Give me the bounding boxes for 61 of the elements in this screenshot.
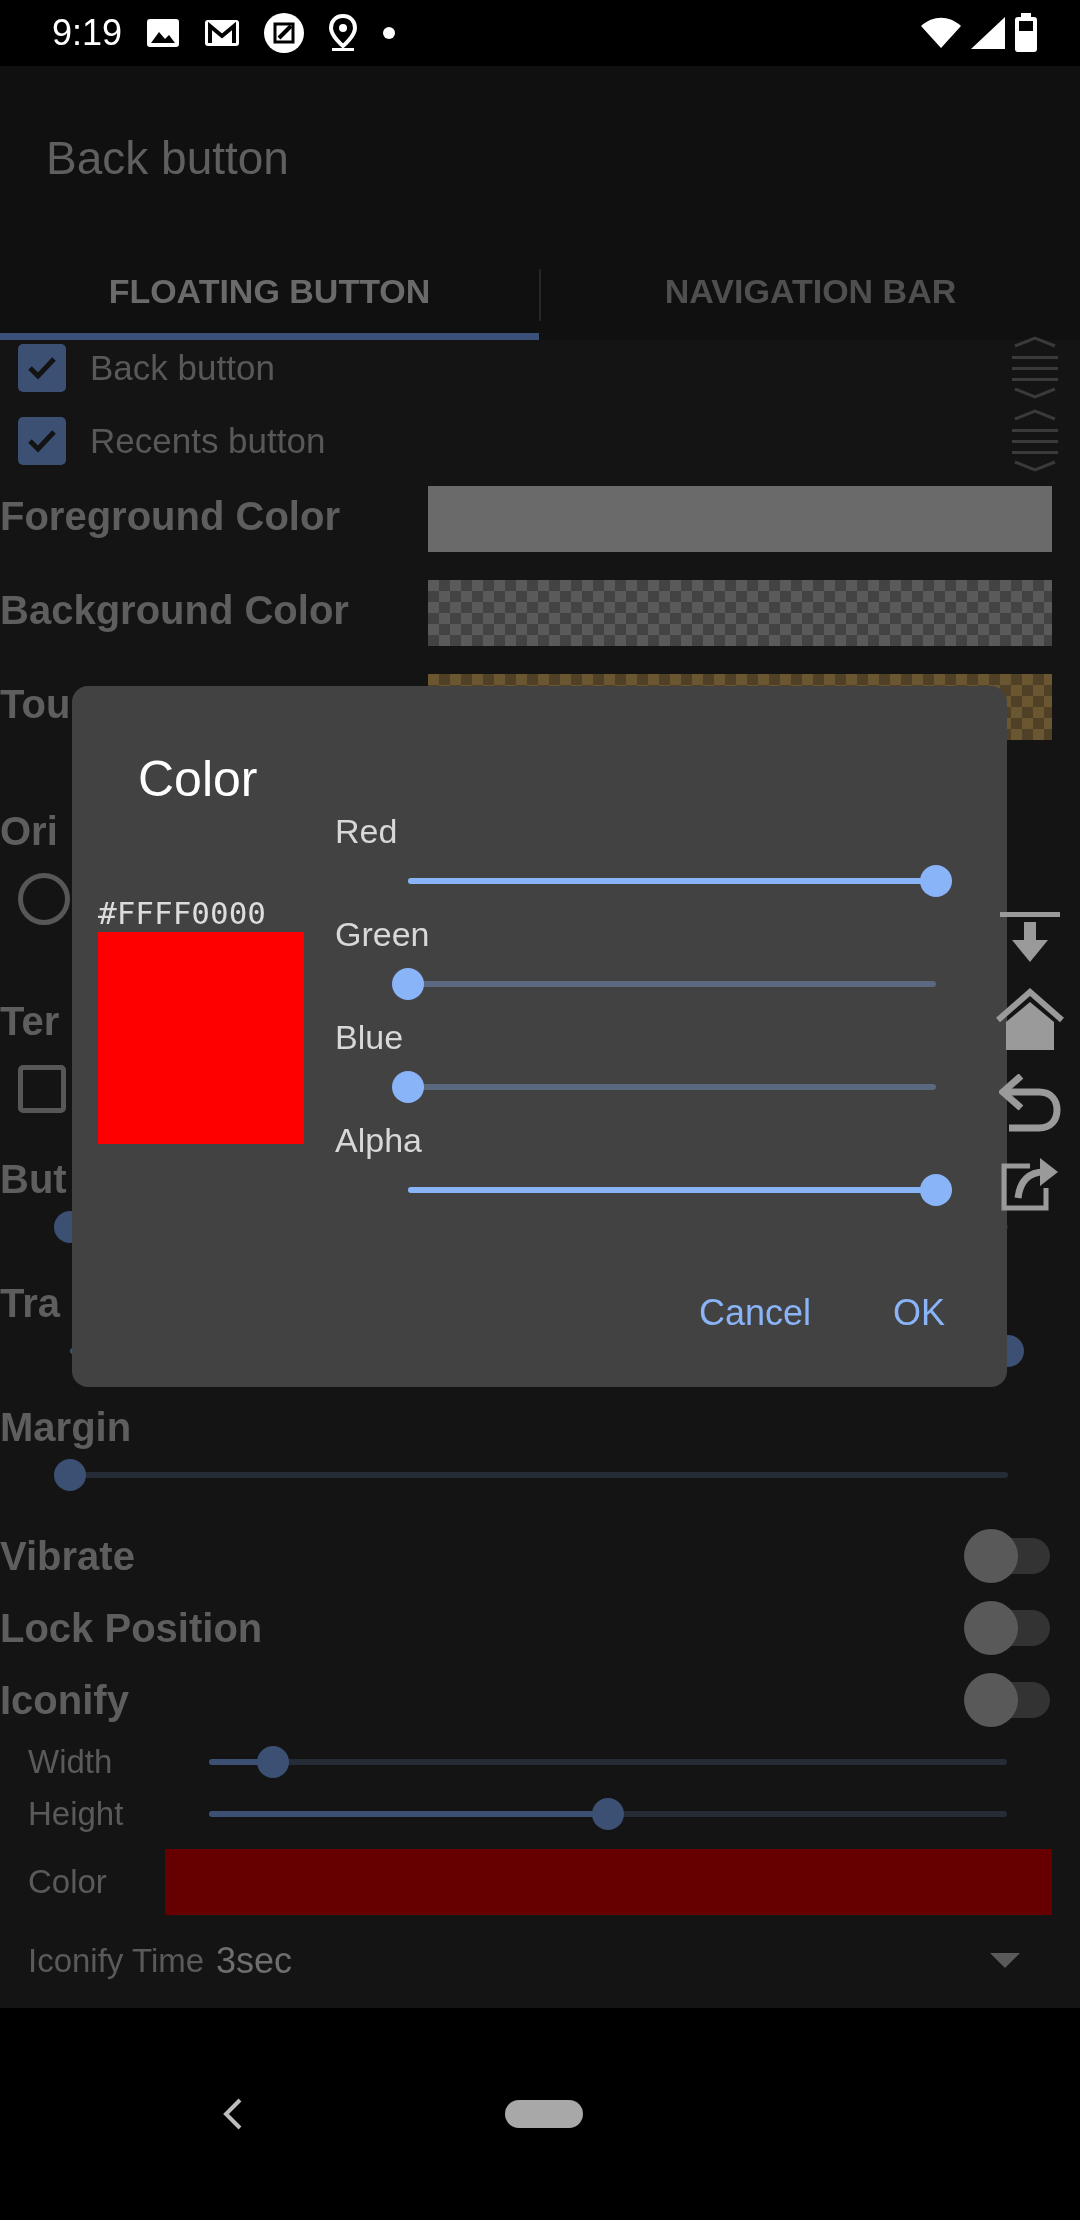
setting-label: Color xyxy=(28,1862,108,1903)
dot-icon xyxy=(382,26,397,40)
setting-label: Height xyxy=(28,1794,125,1835)
setting-label: Ori xyxy=(0,808,58,855)
slider-thumb[interactable] xyxy=(256,1746,289,1778)
setting-label: Foreground Color xyxy=(0,493,341,540)
image-icon xyxy=(146,18,181,48)
setting-label: Ter xyxy=(0,998,60,1045)
toggle-switch[interactable] xyxy=(964,1601,1050,1655)
checkbox[interactable] xyxy=(18,417,66,465)
battery-icon xyxy=(1014,13,1038,53)
toggle-switch[interactable] xyxy=(964,1673,1050,1727)
hex-value: #FFFF0000 xyxy=(98,894,267,932)
setting-label: Iconify Time xyxy=(28,1940,205,1981)
dropdown-value[interactable]: 3sec xyxy=(216,1933,293,1988)
setting-label: Width xyxy=(28,1742,114,1783)
slider-thumb[interactable] xyxy=(54,1459,86,1491)
setting-label: Back button xyxy=(90,346,275,389)
drag-handle-icon[interactable] xyxy=(1010,409,1060,473)
setting-label: But xyxy=(0,1156,67,1203)
dialog-button[interactable]: OK xyxy=(887,1276,951,1350)
location-pin-icon xyxy=(328,14,359,52)
slider-thumb[interactable] xyxy=(392,968,424,1000)
setting-label: Iconify xyxy=(0,1677,129,1724)
channel-label: Blue xyxy=(335,1017,405,1058)
setting-label: Recents button xyxy=(90,419,326,462)
slider-thumb[interactable] xyxy=(592,1798,624,1830)
slider-thumb[interactable] xyxy=(920,865,952,897)
checkbox[interactable] xyxy=(18,1064,66,1113)
checkbox[interactable] xyxy=(18,344,66,392)
channel-label: Red xyxy=(335,811,399,852)
setting-label: Lock Position xyxy=(0,1605,263,1652)
setting-label: Background Color xyxy=(0,587,350,634)
dropdown-caret-icon[interactable] xyxy=(990,1952,1020,1969)
color-swatch[interactable] xyxy=(428,486,1052,552)
undo-icon[interactable] xyxy=(999,1074,1061,1132)
dialog-title: Color xyxy=(138,751,258,807)
setting-label: Tra xyxy=(0,1280,61,1327)
setting-label: Vibrate xyxy=(0,1533,135,1580)
channel-label: Alpha xyxy=(335,1120,423,1161)
app-title: Back button xyxy=(46,130,289,186)
arrow-down-icon[interactable] xyxy=(998,912,1062,964)
drag-handle-icon[interactable] xyxy=(1010,336,1060,400)
back-icon[interactable] xyxy=(222,2097,244,2131)
signal-icon xyxy=(970,16,1006,50)
slider-thumb[interactable] xyxy=(920,1174,952,1206)
toggle-switch[interactable] xyxy=(964,1529,1050,1583)
color-swatch[interactable] xyxy=(165,1849,1052,1915)
slider-thumb[interactable] xyxy=(392,1071,424,1103)
mail-icon xyxy=(204,19,241,47)
dialog-button[interactable]: Cancel xyxy=(692,1276,817,1350)
channel-label: Green xyxy=(335,914,431,955)
edit-icon xyxy=(264,13,305,53)
home-icon[interactable] xyxy=(994,986,1066,1052)
clock: 9:19 xyxy=(52,11,123,55)
setting-label: Tou xyxy=(0,681,72,728)
tab[interactable]: NAVIGATION BAR xyxy=(541,250,1080,340)
color-swatch[interactable] xyxy=(428,580,1052,646)
setting-label: Margin xyxy=(0,1404,132,1451)
wifi-icon xyxy=(920,17,962,49)
home-pill-icon[interactable] xyxy=(505,2100,583,2128)
